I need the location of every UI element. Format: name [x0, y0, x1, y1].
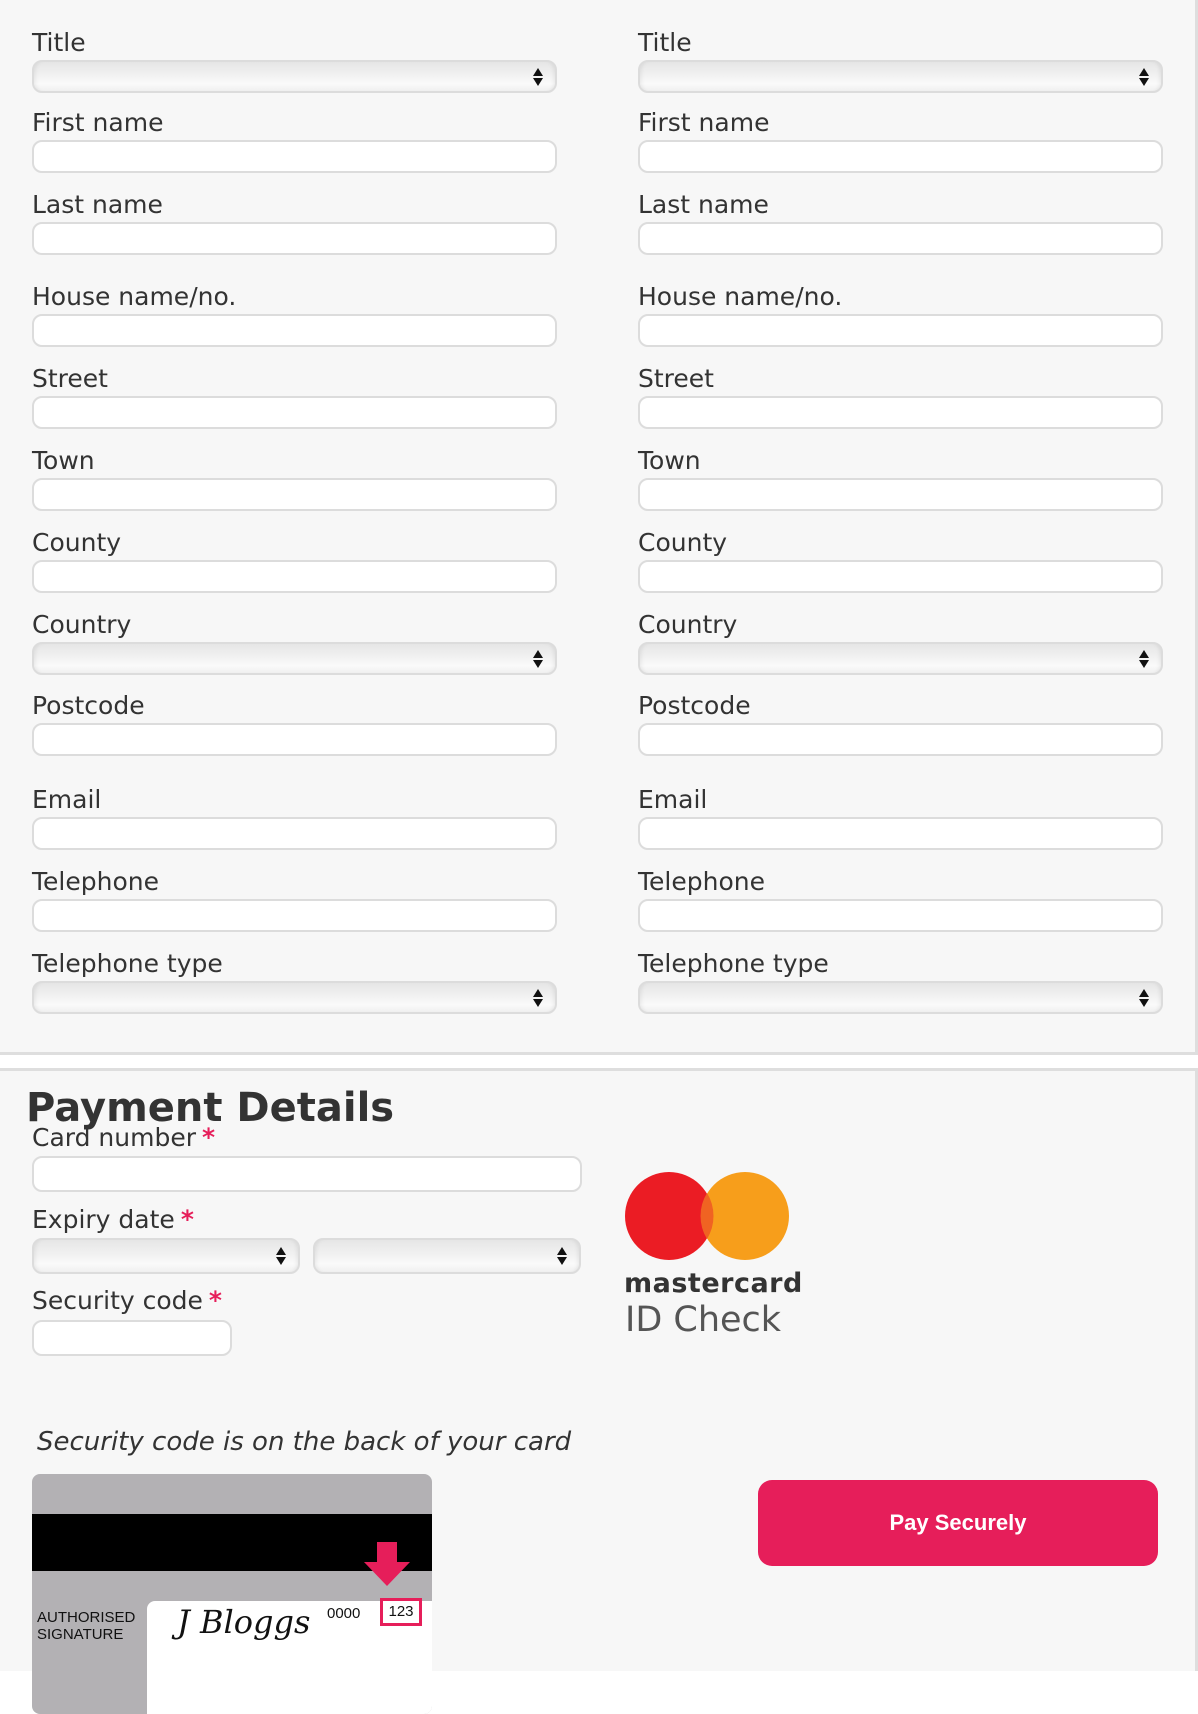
town-input[interactable] [638, 478, 1163, 511]
town-label: Town [638, 446, 701, 475]
last-name-label: Last name [32, 190, 163, 219]
mastercard-logo-icon [625, 1172, 789, 1260]
house-name-no-input[interactable] [32, 314, 557, 347]
country-select[interactable] [638, 642, 1163, 675]
select-arrows-icon [276, 1246, 286, 1266]
email-label: Email [32, 785, 102, 814]
last-name-input[interactable] [32, 222, 557, 255]
town-label: Town [32, 446, 95, 475]
telephone-label: Telephone [638, 867, 765, 896]
card-number-input[interactable] [32, 1156, 582, 1192]
last-name-label: Last name [638, 190, 769, 219]
authorised-signature-label: AUTHORISED SIGNATURE [37, 1609, 135, 1643]
select-arrows-icon [557, 1246, 567, 1266]
select-arrows-icon [1139, 649, 1149, 669]
street-label: Street [32, 364, 108, 393]
cvv-highlight: 123 [380, 1598, 422, 1626]
street-input[interactable] [32, 396, 557, 429]
security-code-hint: Security code is on the back of your car… [37, 1427, 572, 1457]
telephone-type-select[interactable] [638, 981, 1163, 1014]
signature-label-line1: AUTHORISED [37, 1609, 136, 1626]
id-check-text: ID Check [625, 1300, 782, 1340]
pay-securely-button[interactable]: Pay Securely [758, 1480, 1158, 1566]
telephone-type-select[interactable] [32, 981, 557, 1014]
email-input[interactable] [638, 817, 1163, 850]
card-number-label: Card number * [32, 1123, 215, 1153]
signature-label-line2: SIGNATURE [37, 1626, 124, 1643]
select-arrows-icon [1139, 988, 1149, 1008]
signature-name: J Bloggs [177, 1603, 311, 1641]
house-name-no-input[interactable] [638, 314, 1163, 347]
card-number-tail: 0000 [327, 1605, 361, 1622]
county-input[interactable] [32, 560, 557, 593]
telephone-label: Telephone [32, 867, 159, 896]
street-label: Street [638, 364, 714, 393]
street-input[interactable] [638, 396, 1163, 429]
expiry-year-select[interactable] [313, 1238, 581, 1274]
country-label: Country [638, 610, 738, 639]
select-arrows-icon [1139, 67, 1149, 87]
title-select[interactable] [32, 60, 557, 93]
postcode-input[interactable] [32, 723, 557, 756]
mastercard-wordmark: mastercard [624, 1268, 803, 1299]
telephone-type-label: Telephone type [32, 949, 223, 978]
card-number-label-text: Card number [32, 1123, 197, 1152]
security-code-input[interactable] [32, 1320, 232, 1356]
expiry-date-label: Expiry date * [32, 1205, 194, 1235]
postcode-label: Postcode [638, 691, 751, 720]
title-select[interactable] [638, 60, 1163, 93]
expiry-month-select[interactable] [32, 1238, 300, 1274]
first-name-input[interactable] [638, 140, 1163, 173]
town-input[interactable] [32, 478, 557, 511]
required-asterisk: * [202, 1123, 216, 1152]
house-name-no-label: House name/no. [638, 282, 843, 311]
first-name-label: First name [638, 108, 770, 137]
telephone-input[interactable] [638, 899, 1163, 932]
select-arrows-icon [533, 988, 543, 1008]
select-arrows-icon [533, 649, 543, 669]
arrow-down-icon [364, 1542, 410, 1586]
title-label: Title [638, 28, 692, 57]
county-label: County [32, 528, 122, 557]
required-asterisk: * [208, 1286, 222, 1315]
country-label: Country [32, 610, 132, 639]
select-arrows-icon [533, 67, 543, 87]
telephone-input[interactable] [32, 899, 557, 932]
security-code-label-text: Security code [32, 1286, 203, 1315]
email-label: Email [638, 785, 708, 814]
county-input[interactable] [638, 560, 1163, 593]
mastercard-id-check-logo: mastercard ID Check [617, 1166, 802, 1346]
house-name-no-label: House name/no. [32, 282, 237, 311]
expiry-date-label-text: Expiry date [32, 1205, 175, 1234]
postcode-input[interactable] [638, 723, 1163, 756]
address-section: Title First name Last name House name/no. St… [0, 0, 1198, 1055]
country-select[interactable] [32, 642, 557, 675]
email-input[interactable] [32, 817, 557, 850]
first-name-input[interactable] [32, 140, 557, 173]
county-label: County [638, 528, 728, 557]
last-name-input[interactable] [638, 222, 1163, 255]
required-asterisk: * [180, 1205, 194, 1234]
payment-section: Payment Details Card number * Expiry date… [0, 1068, 1198, 1714]
card-back-illustration: AUTHORISED SIGNATURE J Bloggs 0000 123 [32, 1474, 432, 1714]
security-code-label: Security code * [32, 1286, 222, 1316]
first-name-label: First name [32, 108, 164, 137]
telephone-type-label: Telephone type [638, 949, 829, 978]
signature-panel: J Bloggs 0000 123 [147, 1598, 432, 1714]
title-label: Title [32, 28, 86, 57]
postcode-label: Postcode [32, 691, 145, 720]
